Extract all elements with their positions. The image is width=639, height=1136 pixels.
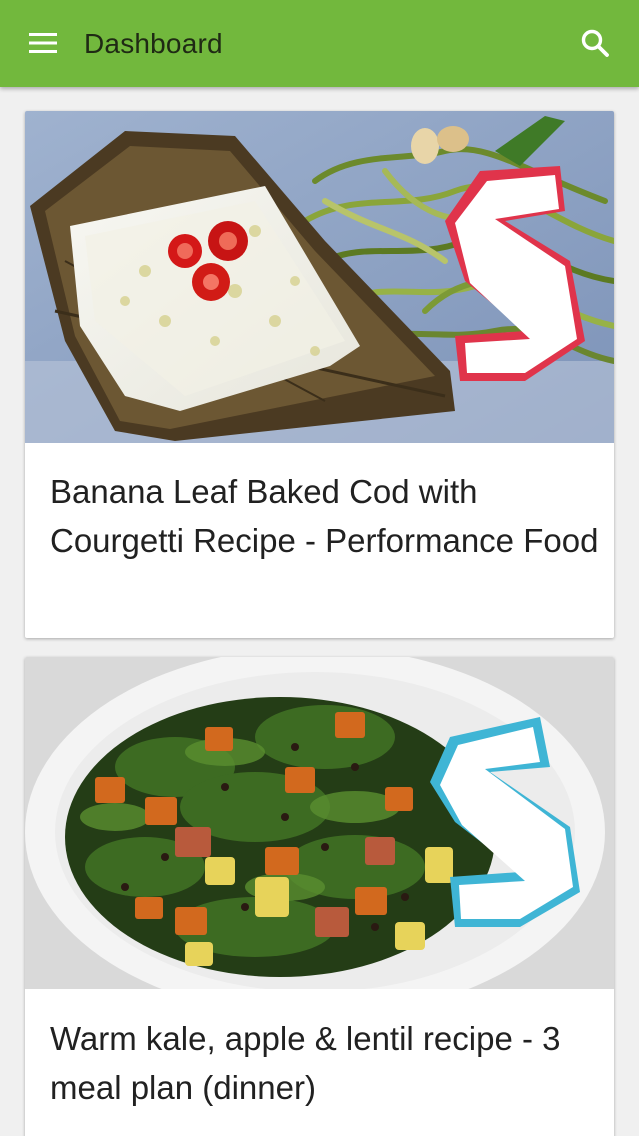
recipe-card[interactable]: Banana Leaf Baked Cod with Courgetti Rec… — [25, 111, 614, 638]
page-title: Dashboard — [84, 28, 223, 59]
recipe-title: Warm kale, apple & lentil recipe - 3 mea… — [50, 1020, 561, 1106]
search-icon — [581, 29, 609, 57]
recipe-card[interactable]: Warm kale, apple & lentil recipe - 3 mea… — [25, 657, 614, 1136]
menu-button[interactable] — [22, 22, 64, 64]
recipe-title: Banana Leaf Baked Cod with Courgetti Rec… — [50, 473, 599, 559]
recipe-image — [25, 657, 614, 989]
hamburger-menu-icon — [29, 33, 57, 53]
app-bar: Dashboard — [0, 0, 639, 87]
search-button[interactable] — [572, 22, 618, 64]
recipe-image — [25, 111, 614, 443]
recipe-feed: Banana Leaf Baked Cod with Courgetti Rec… — [0, 87, 639, 1136]
